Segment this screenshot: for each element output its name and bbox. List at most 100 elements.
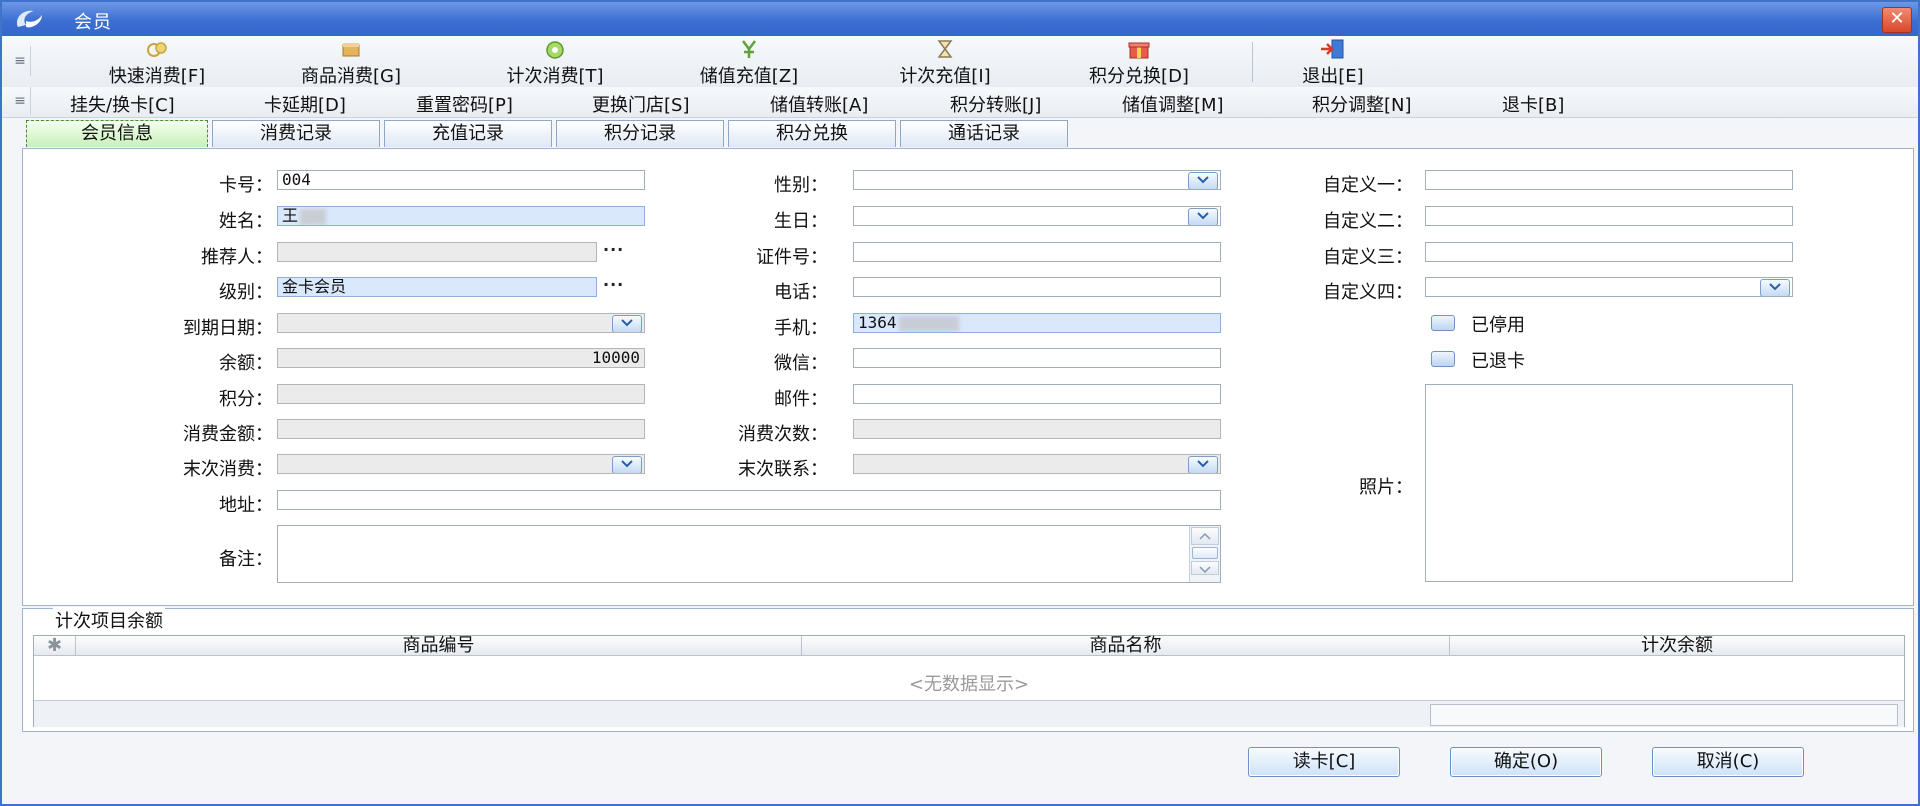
tab-points-exchange[interactable]: 积分兑换 [728,120,896,147]
level-label: 级别： [219,282,273,303]
tab-call-records[interactable]: 通话记录 [900,120,1068,147]
level-input[interactable]: 金卡会员 [277,277,597,297]
count-consume-label: 计次消费[T] [506,66,604,87]
card-no-input[interactable]: 004 [277,170,645,190]
grid-corner-icon[interactable]: ✱ [34,636,76,656]
email-input[interactable] [853,384,1221,404]
ok-button[interactable]: 确定(O) [1450,747,1602,777]
address-input[interactable] [277,490,1221,510]
member-window: 会员 ✕ ≡ 快速消费[F] 商品消费[G] 计次消费[T] 储值充值[Z] 计… [0,0,1920,806]
recharge-button[interactable]: 储值充值[Z] [674,38,824,87]
custom4-select[interactable] [1425,277,1793,297]
points-adjust-button[interactable]: 积分调整[N] [1312,91,1412,117]
report-loss-button[interactable]: 挂失/换卡[C] [70,91,175,117]
balance-adjust-button[interactable]: 储值调整[M] [1122,91,1224,117]
scroll-up-icon[interactable] [1191,527,1219,545]
exit-button[interactable]: 退出[E] [1278,38,1388,87]
refunded-checkbox[interactable] [1431,351,1455,367]
disabled-checkbox[interactable] [1431,315,1455,331]
cancel-button[interactable]: 取消(C) [1652,747,1804,777]
goods-consume-button[interactable]: 商品消费[G] [276,38,426,87]
custom3-input[interactable] [1425,242,1793,262]
secondary-toolbar: ≡ 挂失/换卡[C] 卡延期[D] 重置密码[P] 更换门店[S] 储值转账[A… [2,87,1918,118]
custom1-input[interactable] [1425,170,1793,190]
name-input[interactable]: 王 [277,206,645,226]
last-contact-picker[interactable] [853,454,1221,474]
balance-transfer-button[interactable]: 储值转账[A] [770,91,868,117]
consume-count-input[interactable] [853,419,1221,439]
custom4-label: 自定义四： [1323,282,1413,303]
count-items-group: 计次项目余额 ✱ 商品编号 商品名称 计次余额 <无数据显示> [22,607,1914,732]
chevron-down-icon[interactable] [1188,172,1218,189]
reset-password-button[interactable]: 重置密码[P] [416,91,513,117]
app-logo-icon [16,10,42,28]
tab-points-records[interactable]: 积分记录 [556,120,724,147]
read-card-button[interactable]: 读卡[C] [1248,747,1400,777]
window-title: 会员 [74,12,112,33]
chevron-down-icon[interactable] [1188,208,1218,225]
gender-label: 性别： [774,175,828,196]
close-button[interactable]: ✕ [1882,7,1912,33]
count-recharge-button[interactable]: 计次充值[I] [870,38,1020,87]
points-exchange-button[interactable]: 积分兑换[D] [1064,38,1214,87]
chevron-down-icon[interactable] [612,315,642,332]
wechat-label: 微信： [774,353,828,374]
referrer-browse-button[interactable]: ··· [603,240,624,259]
id-no-input[interactable] [853,242,1221,262]
toolbar2-grip-icon[interactable]: ≡ [10,87,31,115]
remark-label: 备注： [219,549,273,570]
count-items-grid[interactable]: ✱ 商品编号 商品名称 计次余额 <无数据显示> [33,635,1905,727]
birthday-picker[interactable] [853,206,1221,226]
balance-label: 余额： [219,353,273,374]
wechat-input[interactable] [853,348,1221,368]
quick-consume-button[interactable]: 快速消费[F] [82,38,232,87]
last-consume-picker[interactable] [277,454,645,474]
quick-consume-icon [147,42,167,57]
points-transfer-button[interactable]: 积分转账[J] [950,91,1041,117]
consume-amount-label: 消费金额： [183,424,273,445]
card-extend-button[interactable]: 卡延期[D] [264,91,346,117]
remark-scrollbar[interactable] [1189,526,1220,582]
chevron-down-icon[interactable] [1760,279,1790,296]
count-items-title: 计次项目余额 [53,607,165,633]
balance-input[interactable]: 10000 [277,348,645,368]
referrer-input[interactable] [277,242,597,262]
chevron-down-icon[interactable] [612,456,642,473]
expiry-date-picker[interactable] [277,313,645,333]
count-consume-button[interactable]: 计次消费[T] [480,38,630,87]
refund-card-button[interactable]: 退卡[B] [1502,91,1564,117]
col-header-goods-code[interactable]: 商品编号 [76,636,802,656]
birthday-label: 生日： [774,211,828,232]
tab-recharge-records[interactable]: 充值记录 [384,120,552,147]
count-consume-icon [546,41,564,59]
grid-empty-text: <无数据显示> [908,674,1030,695]
points-label: 积分： [219,389,273,410]
tab-consume-records[interactable]: 消费记录 [212,120,380,147]
scroll-thumb[interactable] [1192,547,1218,559]
custom2-input[interactable] [1425,206,1793,226]
phone-input[interactable] [853,277,1221,297]
points-input[interactable] [277,384,645,404]
tab-member-info[interactable]: 会员信息 [26,120,208,147]
exit-label: 退出[E] [1302,66,1364,87]
scroll-down-icon[interactable] [1191,561,1219,575]
name-value: 王 [282,206,299,225]
col-header-goods-name[interactable]: 商品名称 [802,636,1450,656]
quick-consume-label: 快速消费[F] [108,66,206,87]
level-browse-button[interactable]: ··· [603,275,624,294]
col-header-count-balance[interactable]: 计次余额 [1450,636,1904,656]
mobile-input[interactable]: 1364 [853,313,1221,333]
chevron-down-icon[interactable] [1188,456,1218,473]
photo-box[interactable] [1425,384,1793,582]
grid-footer [34,700,1904,727]
gender-select[interactable] [853,170,1221,190]
goods-consume-label: 商品消费[G] [301,66,401,87]
refunded-checkbox-label: 已退卡 [1471,351,1525,372]
remark-textarea[interactable] [277,525,1221,583]
toolbar-grip-icon[interactable]: ≡ [10,46,31,76]
photo-label: 照片： [1359,477,1413,498]
address-label: 地址： [219,495,273,516]
title-bar: 会员 ✕ [2,2,1918,36]
consume-amount-input[interactable] [277,419,645,439]
change-store-button[interactable]: 更换门店[S] [592,91,689,117]
